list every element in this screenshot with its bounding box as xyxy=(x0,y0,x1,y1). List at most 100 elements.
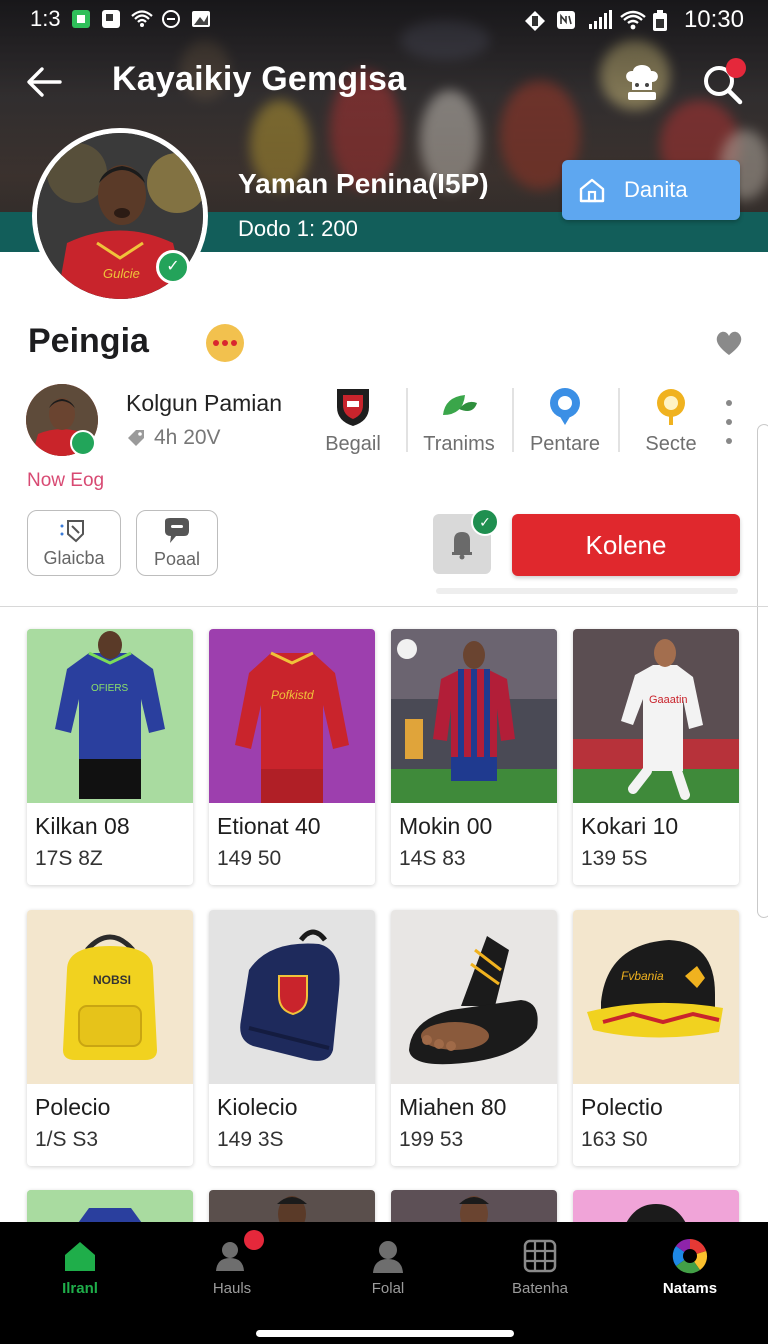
side-scroll-edge[interactable] xyxy=(757,424,768,918)
product-price: 1/S S3 xyxy=(35,1128,99,1151)
circle-status-icon xyxy=(161,9,181,29)
message-notification-icon xyxy=(101,9,121,29)
chat-icon xyxy=(165,517,189,543)
svg-text:NOBSI: NOBSI xyxy=(93,973,131,987)
chip-label: Glaicba xyxy=(43,547,105,568)
seller-meta: 4h 20V xyxy=(126,426,221,450)
category-secte[interactable]: Secte xyxy=(618,380,724,456)
product-image: NOBSI xyxy=(27,910,193,1084)
product-image: OFIERS xyxy=(27,629,193,803)
player-name: Yaman Penina(I5P) xyxy=(238,168,489,199)
product-image: Fvbania xyxy=(573,910,739,1084)
bottom-navigation: Ilranl Hauls Folal Batenha Natams xyxy=(0,1222,768,1344)
category-label: Pentare xyxy=(529,433,601,455)
nfc-icon xyxy=(556,10,576,30)
signal-icon xyxy=(588,10,612,30)
product-price: 14S 83 xyxy=(399,847,466,870)
seller-name: Kolgun Pamian xyxy=(126,390,282,416)
nav-natams[interactable]: Natams xyxy=(640,1238,740,1297)
nav-hauls[interactable]: Hauls xyxy=(182,1230,282,1297)
section-title: Peingia xyxy=(28,322,149,360)
status-time: 10:30 xyxy=(683,6,744,33)
svg-text:Gaaatin: Gaaatin xyxy=(649,694,688,706)
product-card[interactable]: Kiolecio 149 3S xyxy=(209,910,375,1166)
product-price: 17S 8Z xyxy=(35,847,103,870)
chip-glaicba[interactable]: Glaicba xyxy=(27,510,121,576)
seller-verified-icon xyxy=(70,430,96,456)
wifi-icon xyxy=(620,10,646,30)
product-price: 163 S0 xyxy=(581,1128,648,1151)
product-image xyxy=(209,910,375,1084)
grid-icon xyxy=(522,1238,558,1274)
category-tranims[interactable]: Tranims xyxy=(406,380,512,456)
chip-label: Poaal xyxy=(153,548,201,569)
product-name: Etionat 40 xyxy=(217,813,321,839)
chip-poaal[interactable]: Poaal xyxy=(136,510,218,576)
category-label: Secte xyxy=(645,433,697,455)
product-name: Kiolecio xyxy=(217,1094,298,1120)
status-bar: 1:3 10:30 xyxy=(0,0,768,38)
nav-folal[interactable]: Folal xyxy=(338,1238,438,1297)
home-icon xyxy=(62,1238,98,1274)
check-icon: ✓ xyxy=(471,508,499,536)
nav-label: Batenha xyxy=(512,1280,568,1297)
product-name: Kokari 10 xyxy=(581,813,679,839)
follow-progress-track xyxy=(436,588,738,594)
svg-text:OFIERS: OFIERS xyxy=(91,683,129,694)
product-card[interactable]: Gaaatin Kokari 10 139 5S xyxy=(573,629,739,885)
product-card[interactable]: NOBSI Polecio 1/S S3 xyxy=(27,910,193,1166)
color-wheel-icon xyxy=(672,1238,708,1274)
status-time-left: 1:3 xyxy=(30,6,61,31)
product-name: Mokin 00 xyxy=(399,813,493,839)
product-card[interactable]: Mokin 00 14S 83 xyxy=(391,629,557,885)
product-image xyxy=(391,629,557,803)
verified-badge-icon: ✓ xyxy=(156,250,190,284)
location-pin-icon xyxy=(545,387,585,427)
page-title: Kayaikiy Gemgisa xyxy=(112,60,407,98)
bell-icon xyxy=(452,532,472,560)
profile-badge-icon xyxy=(214,1230,264,1274)
app-notification-icon xyxy=(71,9,91,29)
category-begail[interactable]: Begail xyxy=(300,380,406,456)
category-row: Begail Tranims Pentare Secte xyxy=(300,380,724,456)
product-image: Gaaatin xyxy=(573,629,739,803)
nav-notification-dot xyxy=(244,1230,264,1250)
app-screen: 1:3 10:30 Kayaikiy Gemgisa Gulcie ✓ Yama… xyxy=(0,0,768,1344)
nav-label: Ilranl xyxy=(62,1280,98,1297)
map-marker-icon xyxy=(651,387,691,427)
wifi-small-icon xyxy=(130,9,153,29)
product-card[interactable]: Pofkistd Etionat 40 149 50 xyxy=(209,629,375,885)
danita-button-label: Danita xyxy=(624,177,688,202)
product-card[interactable]: OFIERS Kilkan 08 17S 8Z xyxy=(27,629,193,885)
category-label: Begail xyxy=(325,433,381,455)
section-divider xyxy=(0,606,768,607)
more-vertical-icon[interactable] xyxy=(722,400,736,444)
product-card[interactable]: Fvbania Polectio 163 S0 xyxy=(573,910,739,1166)
home-indicator[interactable] xyxy=(256,1330,514,1337)
tag-icon xyxy=(128,430,144,446)
follow-button[interactable]: Kolene xyxy=(512,514,740,576)
product-name: Miahen 80 xyxy=(399,1094,507,1120)
nav-label: Folal xyxy=(371,1280,405,1297)
product-card[interactable]: Miahen 80 199 53 xyxy=(391,910,557,1166)
chef-hat-icon[interactable] xyxy=(620,60,666,106)
nav-label: Natams xyxy=(662,1280,718,1297)
product-image xyxy=(391,910,557,1084)
more-options-badge[interactable] xyxy=(206,324,244,362)
back-arrow-icon[interactable] xyxy=(22,60,66,104)
category-pentare[interactable]: Pentare xyxy=(512,380,618,456)
nav-batenha[interactable]: Batenha xyxy=(490,1238,590,1297)
player-subtitle: Dodo 1: 200 xyxy=(238,216,358,241)
nav-home[interactable]: Ilranl xyxy=(30,1238,130,1297)
blog-link[interactable]: Now Eog xyxy=(27,470,104,492)
search-button[interactable] xyxy=(698,58,748,108)
danita-button[interactable]: Danita xyxy=(562,160,740,220)
product-name: Polectio xyxy=(581,1094,663,1120)
heart-icon[interactable] xyxy=(714,328,744,358)
search-notification-dot xyxy=(726,58,746,78)
product-image: Pofkistd xyxy=(209,629,375,803)
person-icon xyxy=(370,1238,406,1274)
vibrate-icon xyxy=(524,10,545,31)
club-crest-icon xyxy=(333,387,373,427)
product-price: 139 5S xyxy=(581,847,648,870)
